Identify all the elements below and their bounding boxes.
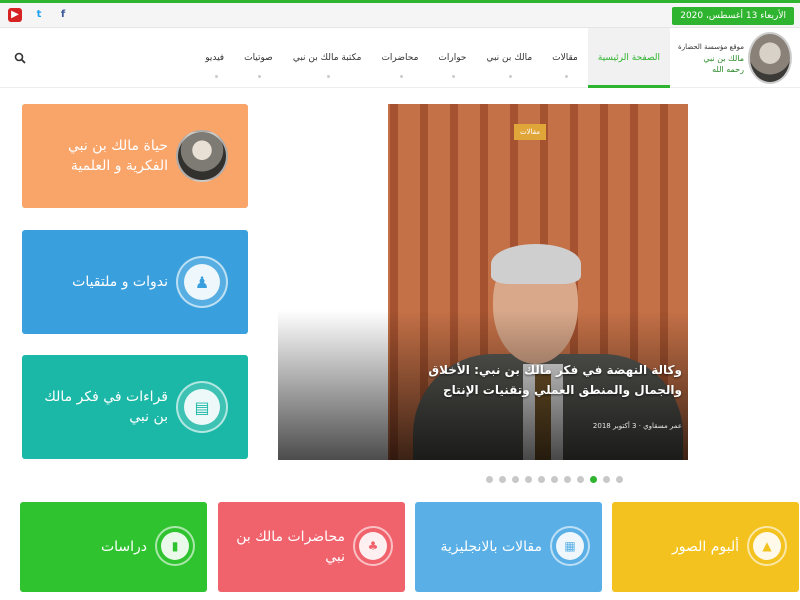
conference-icon: ♟ — [184, 264, 220, 300]
slide-person-hair — [491, 244, 581, 284]
slider-dot[interactable] — [486, 476, 493, 483]
slider-dot[interactable] — [603, 476, 610, 483]
nav-label: مالك بن نبي — [486, 53, 533, 63]
twitter-icon[interactable]: t — [32, 8, 46, 22]
slider-dots — [486, 476, 623, 483]
nav-label: فيديو — [205, 53, 225, 63]
dropdown-dot-icon — [327, 75, 331, 78]
date-badge: الأربعاء 13 أغسطس، 2020 — [672, 7, 794, 25]
logo-line-3: رحمه الله — [712, 65, 744, 74]
tile-lectures[interactable]: محاضرات مالك بن نبي ♣ — [218, 502, 405, 592]
nav-item-library[interactable]: مكتبة مالك بن نبي — [283, 28, 372, 88]
dropdown-dot-icon — [452, 75, 456, 78]
slider-dot[interactable] — [551, 476, 558, 483]
nav-item-home[interactable]: الصفحة الرئيسية — [587, 28, 670, 88]
site-logo[interactable]: موقع مؤسسة الحضارة مالك بن نبي رحمه الله — [672, 32, 792, 84]
top-bar: الأربعاء 13 أغسطس، 2020 ▶ t f — [0, 0, 800, 28]
social-links: ▶ t f — [8, 8, 70, 22]
card-label: ندوات و ملتقيات — [72, 274, 168, 290]
site-header: موقع مؤسسة الحضارة مالك بن نبي رحمه الله… — [0, 28, 800, 88]
document-icon: ▦ — [556, 532, 584, 560]
nav-item-video[interactable]: فيديو — [195, 28, 234, 88]
tile-english-articles[interactable]: مقالات بالانجليزية ▦ — [415, 502, 602, 592]
card-seminars[interactable]: ندوات و ملتقيات ♟ — [22, 230, 248, 334]
logo-line-2: مالك بن نبي — [703, 54, 744, 63]
tile-label: محاضرات مالك بن نبي — [236, 529, 345, 565]
slide-meta: عمر مسقاوي · 3 أكتوبر 2018 — [592, 422, 682, 430]
logo-line-1: موقع مؤسسة الحضارة — [678, 43, 744, 51]
chart-icon-circle: ▮ — [155, 526, 195, 566]
nav-label: مقالات — [552, 53, 578, 63]
dropdown-dot-icon — [258, 75, 262, 78]
lecture-icon-circle: ♣ — [353, 526, 393, 566]
slide-title[interactable]: وكالة النهضة في فكر مالك بن نبي: الأخلاق… — [392, 360, 682, 400]
nav-label: حوارات — [438, 53, 467, 63]
nav-label: الصفحة الرئيسية — [597, 53, 660, 63]
logo-text: موقع مؤسسة الحضارة مالك بن نبي رحمه الله — [674, 42, 744, 75]
image-icon-circle: ▲ — [747, 526, 787, 566]
tile-studies[interactable]: دراسات ▮ — [20, 502, 207, 592]
featured-slider[interactable] — [278, 104, 688, 460]
tile-label: دراسات — [100, 539, 147, 555]
dropdown-dot-icon — [214, 75, 218, 78]
slider-dot[interactable] — [616, 476, 623, 483]
nav-item-audio[interactable]: صوتيات — [234, 28, 283, 88]
slider-dot[interactable] — [577, 476, 584, 483]
main-nav: الصفحة الرئيسية مقالات مالك بن نبي حوارا… — [195, 28, 670, 88]
nav-item-malek[interactable]: مالك بن نبي — [476, 28, 542, 88]
dropdown-dot-icon — [565, 75, 569, 78]
slider-dot[interactable] — [512, 476, 519, 483]
card-biography[interactable]: حياة مالك بن نبي الفكرية و العلمية — [22, 104, 248, 208]
nav-label: صوتيات — [244, 53, 273, 63]
logo-portrait — [748, 32, 792, 84]
slider-dot[interactable] — [499, 476, 506, 483]
document-icon-circle: ▦ — [550, 526, 590, 566]
nav-item-lectures[interactable]: محاضرات — [371, 28, 428, 88]
youtube-icon[interactable]: ▶ — [8, 8, 22, 22]
slider-dot[interactable] — [564, 476, 571, 483]
card-readings[interactable]: قراءات في فكر مالك بن نبي ▤ — [22, 355, 248, 459]
portrait-icon — [176, 130, 228, 182]
search-icon[interactable] — [14, 52, 26, 64]
tile-label: مقالات بالانجليزية — [440, 539, 542, 555]
lecture-icon: ♣ — [359, 532, 387, 560]
nav-item-articles[interactable]: مقالات — [542, 28, 588, 88]
tile-photo-album[interactable]: ألبوم الصور ▲ — [612, 502, 799, 592]
nav-label: محاضرات — [381, 53, 419, 63]
chart-icon: ▮ — [161, 532, 189, 560]
slider-dot[interactable] — [525, 476, 532, 483]
book-icon-circle: ▤ — [176, 381, 228, 433]
slider-dot[interactable] — [538, 476, 545, 483]
slider-dot-active[interactable] — [590, 476, 597, 483]
book-icon: ▤ — [184, 389, 220, 425]
dropdown-dot-icon — [509, 75, 513, 78]
nav-label: مكتبة مالك بن نبي — [292, 53, 362, 63]
tile-label: ألبوم الصور — [671, 539, 739, 555]
facebook-icon[interactable]: f — [56, 8, 70, 22]
dropdown-dot-icon — [399, 75, 403, 78]
conference-icon-circle: ♟ — [176, 256, 228, 308]
card-label: قراءات في فكر مالك بن نبي — [44, 389, 168, 425]
image-icon: ▲ — [753, 532, 781, 560]
category-tag[interactable]: مقالات — [514, 124, 547, 140]
card-label: حياة مالك بن نبي الفكرية و العلمية — [67, 138, 168, 174]
nav-item-interviews[interactable]: حوارات — [428, 28, 476, 88]
